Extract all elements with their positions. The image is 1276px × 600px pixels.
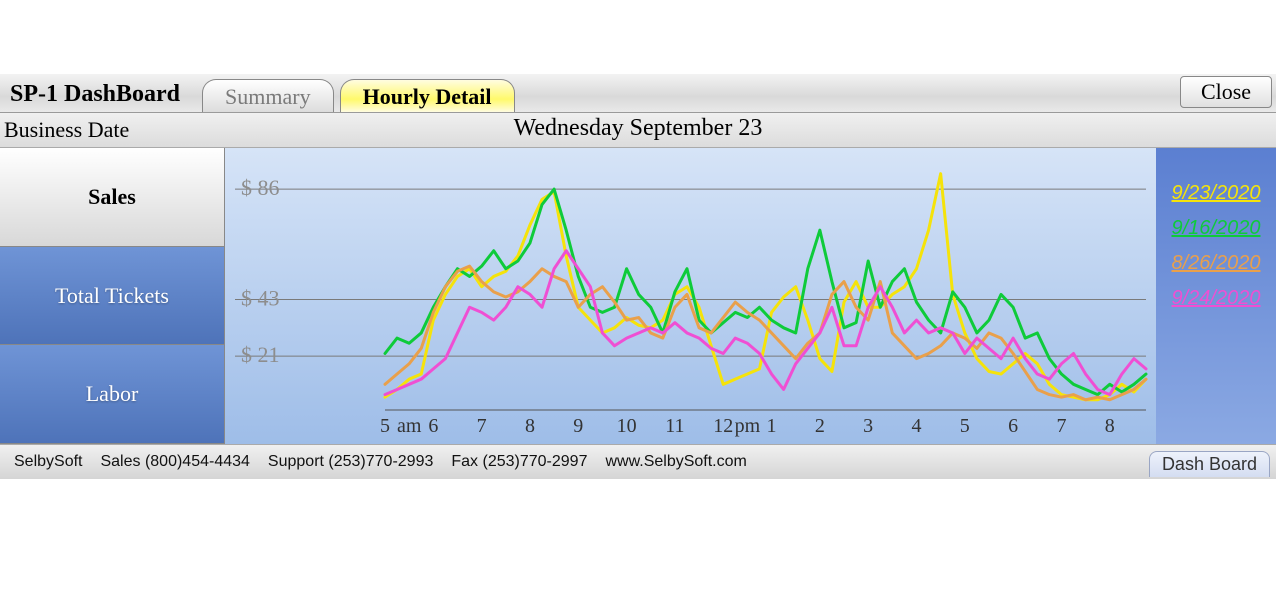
close-button[interactable]: Close <box>1180 76 1272 108</box>
tab-hourly-detail[interactable]: Hourly Detail <box>340 79 515 112</box>
metric-labor[interactable]: Labor <box>0 345 224 444</box>
svg-text:9: 9 <box>573 415 583 437</box>
business-date-value: Wednesday September 23 <box>0 115 1276 142</box>
date-header: Business Date Wednesday September 23 <box>0 113 1276 148</box>
svg-text:8: 8 <box>1105 415 1115 437</box>
svg-text:4: 4 <box>911 415 921 437</box>
footer-bar: SelbySoft Sales (800)454-4434 Support (2… <box>0 444 1276 479</box>
dashboard-tab-hint[interactable]: Dash Board <box>1149 451 1270 477</box>
footer-support: Support (253)770-2993 <box>268 453 433 471</box>
chart-area: $ 21$ 43$ 865678910111212345678ampm <box>225 148 1156 444</box>
metric-sidebar: Sales Total Tickets Labor <box>0 148 225 444</box>
svg-text:7: 7 <box>1056 415 1066 437</box>
footer-sales: Sales (800)454-4434 <box>100 453 249 471</box>
tab-bar: SP-1 DashBoard Summary Hourly Detail Clo… <box>0 74 1276 113</box>
tab-summary[interactable]: Summary <box>202 79 334 112</box>
legend-item-3[interactable]: 9/24/2020 <box>1172 287 1261 310</box>
footer-fax: Fax (253)770-2997 <box>451 453 587 471</box>
svg-text:5: 5 <box>380 415 390 437</box>
footer-site: www.SelbySoft.com <box>605 453 746 471</box>
hourly-chart: $ 21$ 43$ 865678910111212345678ampm <box>225 148 1156 444</box>
svg-text:11: 11 <box>665 415 684 437</box>
svg-text:6: 6 <box>428 415 438 437</box>
app-title: SP-1 DashBoard <box>0 81 196 112</box>
svg-text:$ 86: $ 86 <box>241 175 280 200</box>
svg-text:pm: pm <box>735 415 761 437</box>
svg-text:$ 43: $ 43 <box>241 286 280 311</box>
legend-item-2[interactable]: 8/26/2020 <box>1172 252 1261 275</box>
svg-text:5: 5 <box>960 415 970 437</box>
metric-sales[interactable]: Sales <box>0 148 224 247</box>
svg-text:7: 7 <box>477 415 487 437</box>
legend-panel: 9/23/2020 9/16/2020 8/26/2020 9/24/2020 <box>1156 148 1276 444</box>
dashboard-window: SP-1 DashBoard Summary Hourly Detail Clo… <box>0 74 1276 494</box>
svg-text:1: 1 <box>767 415 777 437</box>
svg-text:8: 8 <box>525 415 535 437</box>
metric-tickets[interactable]: Total Tickets <box>0 247 224 346</box>
footer-company: SelbySoft <box>14 453 82 471</box>
svg-text:$ 21: $ 21 <box>241 342 280 367</box>
svg-text:am: am <box>397 415 422 437</box>
svg-text:3: 3 <box>863 415 873 437</box>
legend-item-1[interactable]: 9/16/2020 <box>1172 217 1261 240</box>
main-area: Sales Total Tickets Labor $ 21 $ 43 $ 86 5 6… <box>0 148 1276 444</box>
svg-text:6: 6 <box>1008 415 1018 437</box>
svg-text:10: 10 <box>617 415 637 437</box>
svg-text:12: 12 <box>713 415 733 437</box>
legend-item-0[interactable]: 9/23/2020 <box>1172 182 1261 205</box>
svg-text:2: 2 <box>815 415 825 437</box>
